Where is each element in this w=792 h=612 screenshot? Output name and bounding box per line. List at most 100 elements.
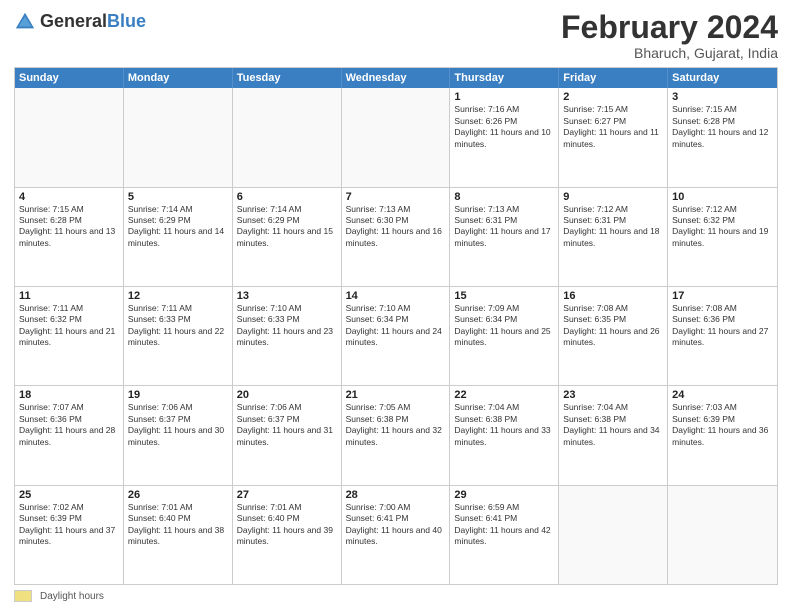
month-year: February 2024 [561,10,778,45]
day-number: 20 [237,389,337,401]
cal-cell: 28Sunrise: 7:00 AM Sunset: 6:41 PM Dayli… [342,486,451,584]
cell-info: Sunrise: 6:59 AM Sunset: 6:41 PM Dayligh… [454,502,554,548]
cell-info: Sunrise: 7:07 AM Sunset: 6:36 PM Dayligh… [19,402,119,448]
day-number: 1 [454,91,554,103]
cal-header-cell: Sunday [15,68,124,88]
cal-week-row: 4Sunrise: 7:15 AM Sunset: 6:28 PM Daylig… [15,187,777,286]
cal-cell: 29Sunrise: 6:59 AM Sunset: 6:41 PM Dayli… [450,486,559,584]
cell-info: Sunrise: 7:01 AM Sunset: 6:40 PM Dayligh… [237,502,337,548]
cal-header-cell: Tuesday [233,68,342,88]
cell-info: Sunrise: 7:02 AM Sunset: 6:39 PM Dayligh… [19,502,119,548]
cal-cell: 6Sunrise: 7:14 AM Sunset: 6:29 PM Daylig… [233,188,342,286]
cal-week-row: 25Sunrise: 7:02 AM Sunset: 6:39 PM Dayli… [15,485,777,584]
cal-cell: 2Sunrise: 7:15 AM Sunset: 6:27 PM Daylig… [559,88,668,186]
cal-cell [668,486,777,584]
cal-cell [342,88,451,186]
day-number: 29 [454,489,554,501]
cal-week-row: 18Sunrise: 7:07 AM Sunset: 6:36 PM Dayli… [15,385,777,484]
day-number: 23 [563,389,663,401]
cal-cell: 12Sunrise: 7:11 AM Sunset: 6:33 PM Dayli… [124,287,233,385]
cal-cell: 25Sunrise: 7:02 AM Sunset: 6:39 PM Dayli… [15,486,124,584]
cal-cell: 27Sunrise: 7:01 AM Sunset: 6:40 PM Dayli… [233,486,342,584]
header: GeneralBlue February 2024 Bharuch, Gujar… [14,10,778,61]
cell-info: Sunrise: 7:08 AM Sunset: 6:35 PM Dayligh… [563,303,663,349]
cal-cell: 9Sunrise: 7:12 AM Sunset: 6:31 PM Daylig… [559,188,668,286]
cell-info: Sunrise: 7:01 AM Sunset: 6:40 PM Dayligh… [128,502,228,548]
cal-week-row: 11Sunrise: 7:11 AM Sunset: 6:32 PM Dayli… [15,286,777,385]
cal-cell: 3Sunrise: 7:15 AM Sunset: 6:28 PM Daylig… [668,88,777,186]
day-number: 3 [672,91,773,103]
cal-cell: 14Sunrise: 7:10 AM Sunset: 6:34 PM Dayli… [342,287,451,385]
cal-header-cell: Monday [124,68,233,88]
page: GeneralBlue February 2024 Bharuch, Gujar… [0,0,792,612]
cell-info: Sunrise: 7:10 AM Sunset: 6:34 PM Dayligh… [346,303,446,349]
cal-header-cell: Wednesday [342,68,451,88]
cal-cell: 17Sunrise: 7:08 AM Sunset: 6:36 PM Dayli… [668,287,777,385]
cal-cell: 21Sunrise: 7:05 AM Sunset: 6:38 PM Dayli… [342,386,451,484]
cal-cell: 1Sunrise: 7:16 AM Sunset: 6:26 PM Daylig… [450,88,559,186]
calendar-header: SundayMondayTuesdayWednesdayThursdayFrid… [15,68,777,88]
day-number: 16 [563,290,663,302]
cal-cell: 15Sunrise: 7:09 AM Sunset: 6:34 PM Dayli… [450,287,559,385]
cal-cell: 5Sunrise: 7:14 AM Sunset: 6:29 PM Daylig… [124,188,233,286]
day-number: 7 [346,191,446,203]
day-number: 15 [454,290,554,302]
cal-cell [15,88,124,186]
day-number: 25 [19,489,119,501]
cell-info: Sunrise: 7:11 AM Sunset: 6:33 PM Dayligh… [128,303,228,349]
cell-info: Sunrise: 7:04 AM Sunset: 6:38 PM Dayligh… [563,402,663,448]
cell-info: Sunrise: 7:14 AM Sunset: 6:29 PM Dayligh… [237,204,337,250]
day-number: 6 [237,191,337,203]
logo: GeneralBlue [14,10,146,32]
footer: Daylight hours [14,590,778,602]
cal-header-cell: Thursday [450,68,559,88]
cal-cell: 4Sunrise: 7:15 AM Sunset: 6:28 PM Daylig… [15,188,124,286]
cell-info: Sunrise: 7:12 AM Sunset: 6:32 PM Dayligh… [672,204,773,250]
day-number: 12 [128,290,228,302]
footer-label: Daylight hours [40,591,104,602]
cell-info: Sunrise: 7:08 AM Sunset: 6:36 PM Dayligh… [672,303,773,349]
cal-cell: 18Sunrise: 7:07 AM Sunset: 6:36 PM Dayli… [15,386,124,484]
cal-cell: 24Sunrise: 7:03 AM Sunset: 6:39 PM Dayli… [668,386,777,484]
cell-info: Sunrise: 7:06 AM Sunset: 6:37 PM Dayligh… [237,402,337,448]
day-number: 11 [19,290,119,302]
logo-blue: Blue [107,11,146,31]
day-number: 14 [346,290,446,302]
cal-cell: 8Sunrise: 7:13 AM Sunset: 6:31 PM Daylig… [450,188,559,286]
day-number: 4 [19,191,119,203]
cal-cell: 20Sunrise: 7:06 AM Sunset: 6:37 PM Dayli… [233,386,342,484]
day-number: 9 [563,191,663,203]
day-number: 28 [346,489,446,501]
cell-info: Sunrise: 7:05 AM Sunset: 6:38 PM Dayligh… [346,402,446,448]
day-number: 5 [128,191,228,203]
cell-info: Sunrise: 7:10 AM Sunset: 6:33 PM Dayligh… [237,303,337,349]
cell-info: Sunrise: 7:06 AM Sunset: 6:37 PM Dayligh… [128,402,228,448]
cal-cell: 19Sunrise: 7:06 AM Sunset: 6:37 PM Dayli… [124,386,233,484]
calendar: SundayMondayTuesdayWednesdayThursdayFrid… [14,67,778,585]
cell-info: Sunrise: 7:13 AM Sunset: 6:30 PM Dayligh… [346,204,446,250]
day-number: 27 [237,489,337,501]
calendar-body: 1Sunrise: 7:16 AM Sunset: 6:26 PM Daylig… [15,88,777,584]
cell-info: Sunrise: 7:03 AM Sunset: 6:39 PM Dayligh… [672,402,773,448]
cal-cell: 23Sunrise: 7:04 AM Sunset: 6:38 PM Dayli… [559,386,668,484]
location: Bharuch, Gujarat, India [561,45,778,61]
logo-general: General [40,11,107,31]
cell-info: Sunrise: 7:00 AM Sunset: 6:41 PM Dayligh… [346,502,446,548]
cell-info: Sunrise: 7:13 AM Sunset: 6:31 PM Dayligh… [454,204,554,250]
title-block: February 2024 Bharuch, Gujarat, India [561,10,778,61]
day-number: 24 [672,389,773,401]
cal-cell: 16Sunrise: 7:08 AM Sunset: 6:35 PM Dayli… [559,287,668,385]
day-number: 19 [128,389,228,401]
cal-cell [233,88,342,186]
cell-info: Sunrise: 7:15 AM Sunset: 6:28 PM Dayligh… [19,204,119,250]
cell-info: Sunrise: 7:04 AM Sunset: 6:38 PM Dayligh… [454,402,554,448]
cell-info: Sunrise: 7:11 AM Sunset: 6:32 PM Dayligh… [19,303,119,349]
cell-info: Sunrise: 7:16 AM Sunset: 6:26 PM Dayligh… [454,104,554,150]
day-number: 21 [346,389,446,401]
cal-week-row: 1Sunrise: 7:16 AM Sunset: 6:26 PM Daylig… [15,88,777,186]
cell-info: Sunrise: 7:14 AM Sunset: 6:29 PM Dayligh… [128,204,228,250]
day-number: 17 [672,290,773,302]
day-number: 26 [128,489,228,501]
logo-icon [14,10,36,32]
day-number: 22 [454,389,554,401]
